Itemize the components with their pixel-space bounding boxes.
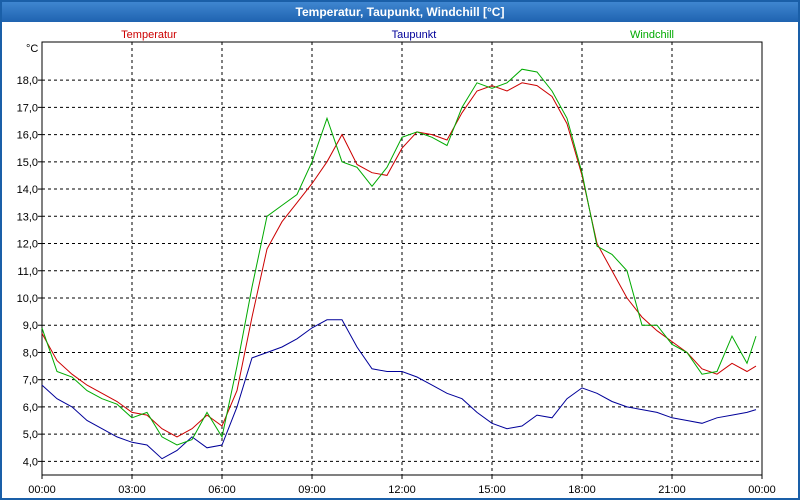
- y-tick-label: 11,0: [17, 266, 38, 278]
- legend: Temperatur Taupunkt Windchill: [121, 29, 674, 41]
- x-tick-time-label: 06:00: [208, 484, 236, 496]
- series-lines: [41, 68, 757, 460]
- y-tick-label: 16,0: [17, 130, 38, 142]
- series-line-taupunkt: [41, 319, 757, 460]
- x-tick-time-label: 21:00: [658, 484, 686, 496]
- x-tick-time-label: 12:00: [388, 484, 416, 496]
- x-tick-time-label: 00:00: [28, 484, 56, 496]
- y-tick-label: 14,0: [17, 184, 38, 196]
- y-tick-label: 7,0: [23, 375, 38, 387]
- series-line-temperatur: [41, 82, 757, 438]
- y-tick-label: 13,0: [17, 211, 38, 223]
- y-tick-label: 17,0: [17, 102, 38, 114]
- y-tick-label: 8,0: [23, 347, 38, 359]
- y-tick-label: 15,0: [17, 157, 38, 169]
- y-tick-label: 12,0: [17, 239, 38, 251]
- y-tick-label: 5,0: [23, 429, 38, 441]
- y-tick-labels: 4,0 5,0 6,0 7,0 8,0 9,0 10,0 11,0 12,0 13,0 14,0 15…: [17, 75, 38, 468]
- x-tick-time-label: 00:00: [748, 484, 776, 496]
- y-tick-label: 10,0: [17, 293, 38, 305]
- grid: [42, 42, 762, 475]
- legend-entry-taupunkt: Taupunkt: [392, 29, 437, 41]
- legend-entry-windchill: Windchill: [630, 29, 674, 41]
- y-axis-unit-label: °C: [26, 43, 38, 55]
- y-tick-label: 18,0: [17, 75, 38, 87]
- x-tick-time-label: 15:00: [478, 484, 506, 496]
- x-tick-time-label: 18:00: [568, 484, 596, 496]
- series-line-windchill: [41, 68, 757, 446]
- x-tick-time-label: 03:00: [118, 484, 146, 496]
- y-tick-label: 6,0: [23, 402, 38, 414]
- y-tick-label: 4,0: [23, 456, 38, 468]
- legend-entry-temperatur: Temperatur: [121, 29, 177, 41]
- x-tick-time-label: 09:00: [298, 484, 326, 496]
- chart-window: Temperatur, Taupunkt, Windchill [°C] 4,0…: [0, 0, 800, 500]
- window-title: Temperatur, Taupunkt, Windchill [°C]: [2, 2, 798, 22]
- x-tick-labels: 00:0016.09.1703:0016.09.1706:0016.09.170…: [28, 484, 776, 496]
- chart-svg: 4,0 5,0 6,0 7,0 8,0 9,0 10,0 11,0 12,0 13,0 14,0 15…: [17, 29, 776, 496]
- y-tick-label: 9,0: [23, 320, 38, 332]
